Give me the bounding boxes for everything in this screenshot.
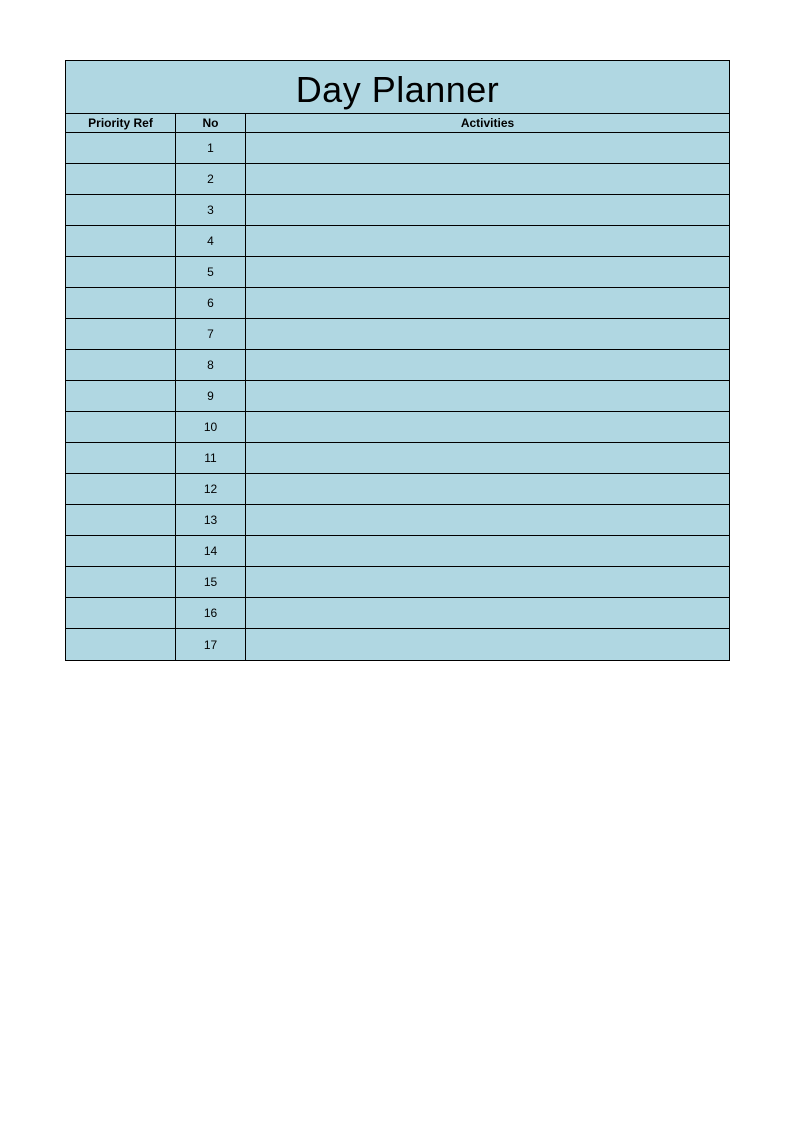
cell-priority-ref <box>66 474 176 504</box>
table-row: 3 <box>66 195 729 226</box>
cell-activities <box>246 319 729 349</box>
cell-no: 9 <box>176 381 246 411</box>
cell-activities <box>246 381 729 411</box>
cell-activities <box>246 164 729 194</box>
table-row: 8 <box>66 350 729 381</box>
table-row: 17 <box>66 629 729 660</box>
cell-no: 3 <box>176 195 246 225</box>
table-row: 13 <box>66 505 729 536</box>
cell-no: 4 <box>176 226 246 256</box>
day-planner-table: Day Planner Priority Ref No Activities 1… <box>65 60 730 661</box>
cell-priority-ref <box>66 567 176 597</box>
table-row: 2 <box>66 164 729 195</box>
table-row: 9 <box>66 381 729 412</box>
cell-activities <box>246 350 729 380</box>
table-row: 12 <box>66 474 729 505</box>
cell-no: 15 <box>176 567 246 597</box>
cell-priority-ref <box>66 505 176 535</box>
cell-activities <box>246 598 729 628</box>
cell-activities <box>246 412 729 442</box>
cell-no: 17 <box>176 629 246 660</box>
cell-priority-ref <box>66 536 176 566</box>
cell-priority-ref <box>66 350 176 380</box>
cell-activities <box>246 536 729 566</box>
cell-no: 8 <box>176 350 246 380</box>
cell-activities <box>246 288 729 318</box>
table-header: Priority Ref No Activities <box>66 113 729 133</box>
cell-priority-ref <box>66 133 176 163</box>
table-row: 10 <box>66 412 729 443</box>
cell-priority-ref <box>66 164 176 194</box>
page-title: Day Planner <box>66 61 729 113</box>
header-priority-ref: Priority Ref <box>66 114 176 132</box>
cell-activities <box>246 505 729 535</box>
table-row: 14 <box>66 536 729 567</box>
cell-priority-ref <box>66 381 176 411</box>
cell-activities <box>246 567 729 597</box>
cell-activities <box>246 443 729 473</box>
cell-no: 12 <box>176 474 246 504</box>
cell-priority-ref <box>66 412 176 442</box>
cell-priority-ref <box>66 629 176 660</box>
cell-activities <box>246 257 729 287</box>
cell-priority-ref <box>66 319 176 349</box>
header-activities: Activities <box>246 114 729 132</box>
cell-no: 16 <box>176 598 246 628</box>
cell-priority-ref <box>66 257 176 287</box>
cell-priority-ref <box>66 226 176 256</box>
cell-no: 7 <box>176 319 246 349</box>
cell-no: 10 <box>176 412 246 442</box>
cell-activities <box>246 226 729 256</box>
cell-no: 6 <box>176 288 246 318</box>
table-body: 1234567891011121314151617 <box>66 133 729 660</box>
cell-no: 13 <box>176 505 246 535</box>
header-no: No <box>176 114 246 132</box>
table-row: 4 <box>66 226 729 257</box>
cell-no: 14 <box>176 536 246 566</box>
table-row: 16 <box>66 598 729 629</box>
cell-no: 5 <box>176 257 246 287</box>
table-row: 15 <box>66 567 729 598</box>
table-row: 1 <box>66 133 729 164</box>
cell-priority-ref <box>66 598 176 628</box>
cell-no: 2 <box>176 164 246 194</box>
table-row: 5 <box>66 257 729 288</box>
cell-priority-ref <box>66 288 176 318</box>
table-row: 7 <box>66 319 729 350</box>
cell-activities <box>246 474 729 504</box>
cell-activities <box>246 195 729 225</box>
cell-activities <box>246 629 729 660</box>
cell-no: 1 <box>176 133 246 163</box>
table-row: 11 <box>66 443 729 474</box>
cell-priority-ref <box>66 443 176 473</box>
table-row: 6 <box>66 288 729 319</box>
cell-no: 11 <box>176 443 246 473</box>
cell-activities <box>246 133 729 163</box>
cell-priority-ref <box>66 195 176 225</box>
